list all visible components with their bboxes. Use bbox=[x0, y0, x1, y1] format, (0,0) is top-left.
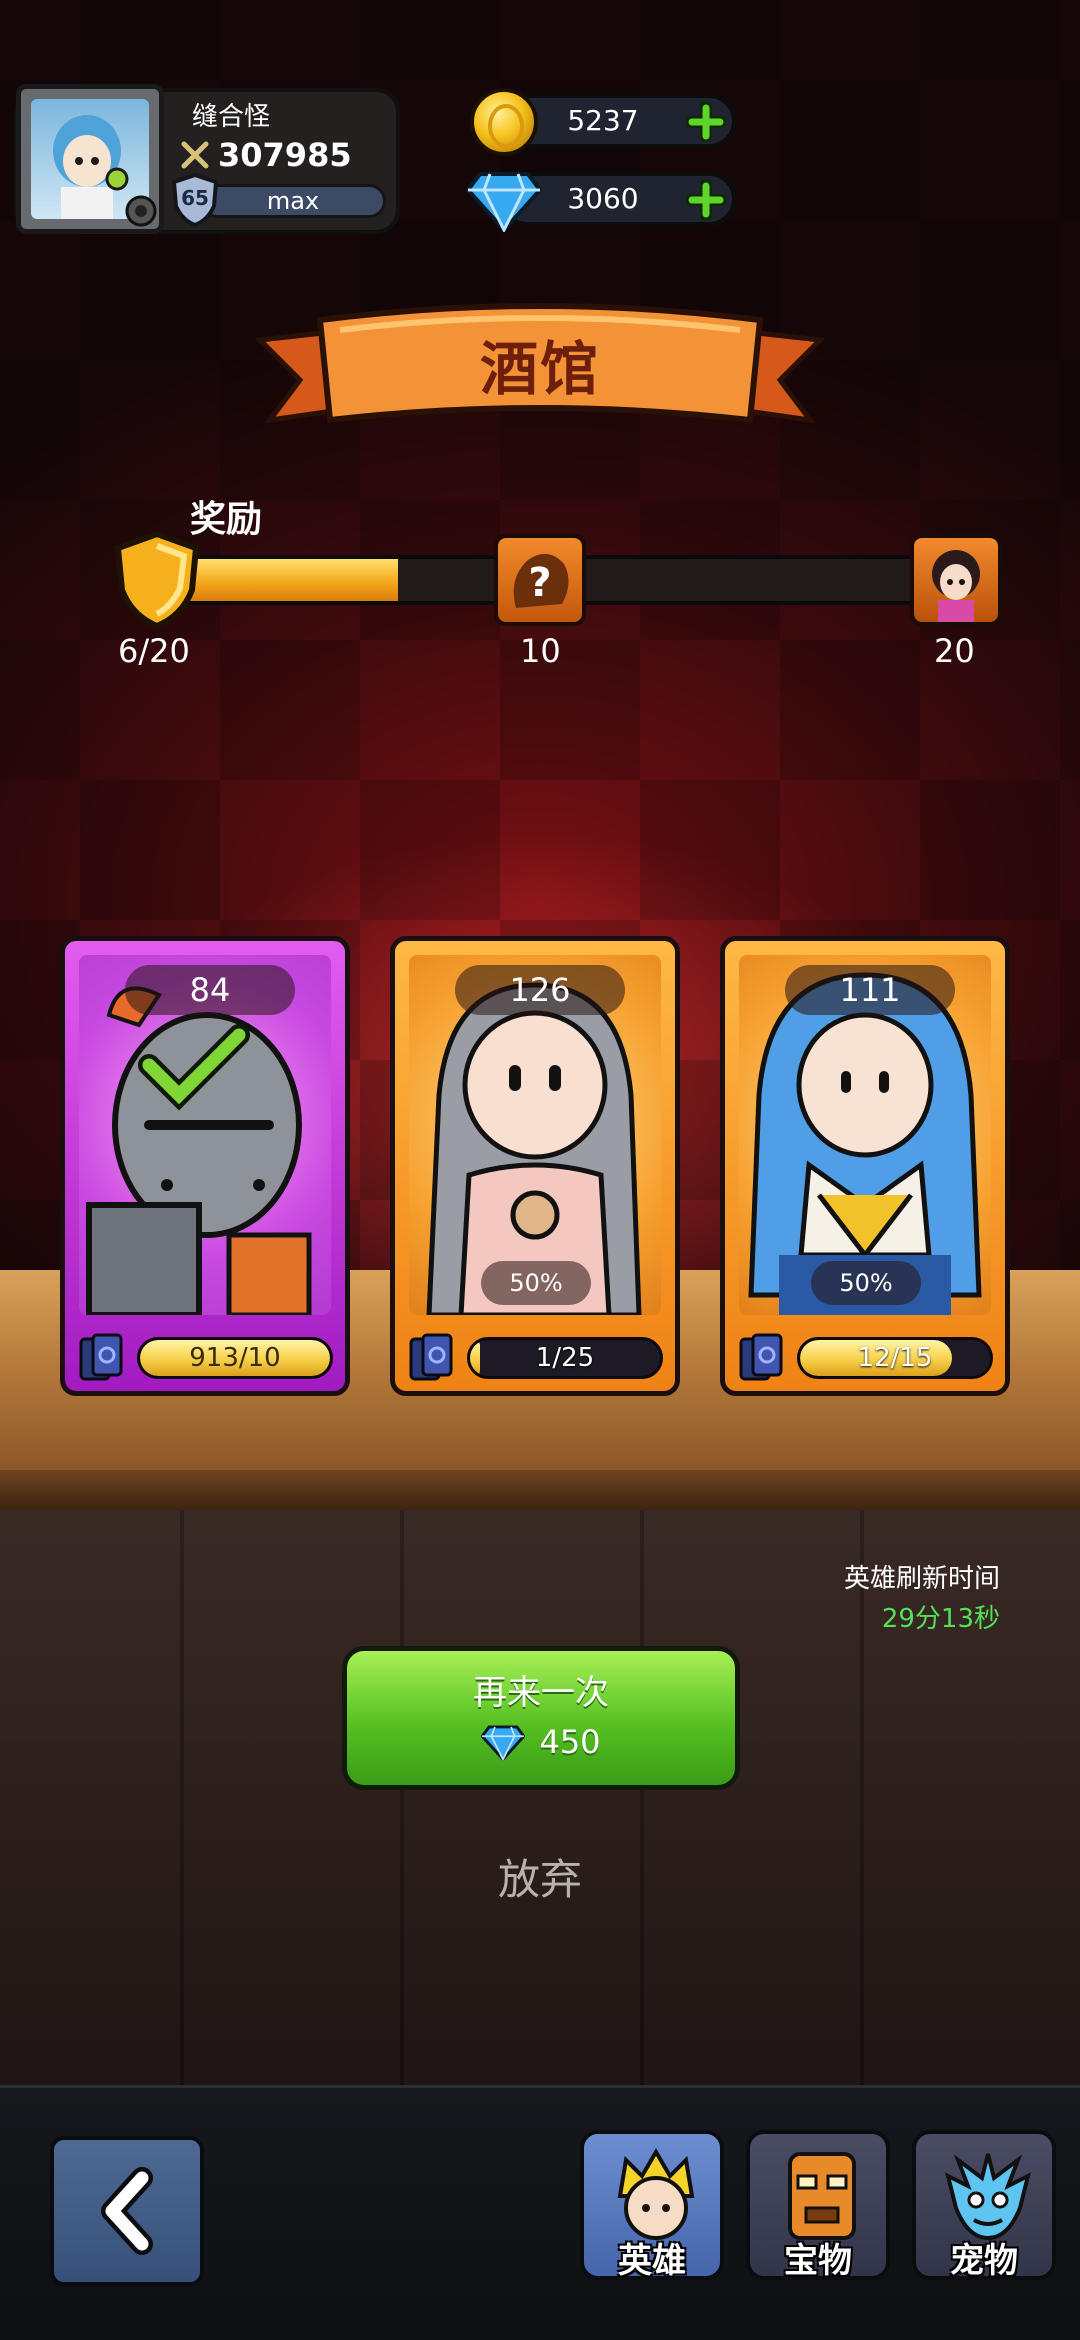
hero-icon bbox=[617, 2148, 695, 2240]
hero-count: 111 bbox=[785, 965, 955, 1015]
gold-amount: 5237 bbox=[567, 104, 639, 137]
shard-progress: 913/10 bbox=[137, 1337, 333, 1379]
tab-pets[interactable]: 宠物 bbox=[912, 2130, 1056, 2281]
level-number: 65 bbox=[181, 186, 209, 210]
mystery-reward-box[interactable]: ? bbox=[494, 534, 586, 626]
add-gems-button[interactable] bbox=[686, 180, 726, 220]
tab-treasure-label: 宝物 bbox=[784, 2241, 852, 2281]
tab-pets-label: 宠物 bbox=[950, 2241, 1018, 2281]
power-value: 307985 bbox=[218, 136, 352, 174]
hero-count: 126 bbox=[455, 965, 625, 1015]
diamond-icon bbox=[481, 1725, 526, 1761]
gem-amount: 3060 bbox=[567, 182, 639, 215]
chevron-left-icon bbox=[101, 2167, 153, 2255]
shelf-edge bbox=[0, 1470, 1080, 1510]
chance-label: 50% bbox=[811, 1261, 921, 1305]
floor-panel bbox=[0, 1510, 1080, 2090]
tab-treasure[interactable]: 宝物 bbox=[746, 2130, 890, 2281]
gear-icon bbox=[125, 195, 157, 227]
shard-count: 913/10 bbox=[189, 1343, 281, 1373]
card-deck-icon bbox=[739, 1333, 783, 1381]
power-row: 307985 bbox=[180, 136, 352, 174]
question-mark-icon: ? bbox=[513, 553, 569, 608]
milestone-10-label: 10 bbox=[520, 632, 561, 670]
page-title: 酒馆 bbox=[479, 335, 600, 403]
draw-again-cost: 450 bbox=[347, 1723, 735, 1761]
crossed-swords-icon bbox=[181, 141, 209, 169]
add-gold-button[interactable] bbox=[686, 102, 726, 142]
hero-card-priestess[interactable]: 126 50% 1/25 bbox=[390, 936, 680, 1396]
shard-progress: 1/25 bbox=[467, 1337, 663, 1379]
shard-progress: 12/15 bbox=[797, 1337, 993, 1379]
treasure-mask-icon bbox=[788, 2152, 856, 2240]
avatar[interactable] bbox=[16, 84, 164, 234]
refresh-countdown: 29分13秒 bbox=[881, 1604, 1000, 1634]
diamond-icon bbox=[466, 172, 542, 232]
shard-count: 12/15 bbox=[857, 1343, 933, 1373]
chance-label: 50% bbox=[481, 1261, 591, 1305]
svg-text:?: ? bbox=[528, 560, 551, 606]
hero-card-mermaid[interactable]: 111 50% 12/15 bbox=[720, 936, 1010, 1396]
tab-heroes[interactable]: 英雄 bbox=[580, 2130, 724, 2281]
player-name: 缝合怪 bbox=[192, 102, 271, 132]
draw-again-button[interactable]: 再来一次 450 bbox=[342, 1646, 740, 1790]
shield-icon bbox=[114, 530, 200, 630]
level-badge: 65 bbox=[170, 172, 220, 228]
card-deck-icon bbox=[409, 1333, 453, 1381]
hero-count: 84 bbox=[125, 965, 295, 1015]
card-deck-icon bbox=[79, 1333, 123, 1381]
reward-progress-count: 6/20 bbox=[118, 632, 190, 670]
level-bar: max bbox=[200, 184, 386, 218]
tab-heroes-label: 英雄 bbox=[618, 2241, 686, 2281]
draw-again-label: 再来一次 bbox=[473, 1673, 609, 1713]
hero-card-knight[interactable]: 84 913/10 bbox=[60, 936, 350, 1396]
milestone-20-label: 20 bbox=[934, 632, 975, 670]
hero-reward-portrait[interactable] bbox=[910, 534, 1002, 626]
level-bar-text: max bbox=[266, 187, 320, 215]
shard-count: 1/25 bbox=[535, 1343, 595, 1373]
pet-dragon-icon bbox=[945, 2153, 1031, 2241]
draw-again-cost-value: 450 bbox=[539, 1723, 601, 1761]
back-button[interactable] bbox=[50, 2136, 204, 2286]
give-up-button[interactable]: 放弃 bbox=[0, 1846, 1080, 1907]
refresh-label: 英雄刷新时间 bbox=[843, 1564, 1000, 1594]
gold-coin-icon bbox=[470, 88, 538, 156]
